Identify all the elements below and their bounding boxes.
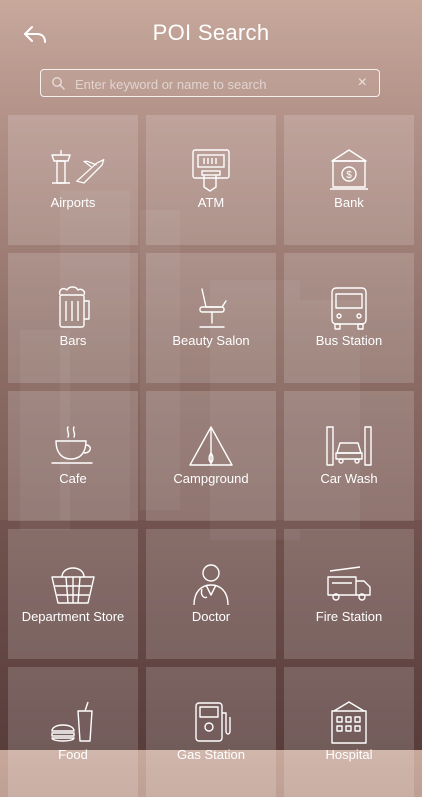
category-department-store[interactable]: Department Store	[8, 529, 138, 659]
page-title: POI Search	[152, 20, 270, 45]
category-label: Food	[58, 747, 88, 762]
search-input[interactable]	[73, 72, 357, 96]
doctor-icon	[193, 564, 229, 606]
beer-mug-icon	[58, 286, 90, 328]
category-label: Bus Station	[315, 333, 383, 348]
category-cafe[interactable]: Cafe	[8, 391, 138, 521]
tent-icon	[189, 426, 233, 466]
burger-drink-icon	[51, 701, 93, 742]
category-label: Car Wash	[320, 471, 378, 486]
bus-icon	[331, 287, 367, 330]
category-label: Department Store	[21, 609, 125, 624]
category-label: Bank	[334, 195, 364, 210]
category-label: ATM	[197, 195, 225, 210]
atm-icon	[192, 149, 230, 192]
category-label: Cafe	[59, 471, 87, 486]
hospital-building-icon	[331, 701, 367, 744]
category-campground[interactable]: Campground	[146, 391, 276, 521]
category-car-wash[interactable]: Car Wash	[284, 391, 414, 521]
basket-icon	[51, 567, 95, 604]
category-label: Bars	[59, 333, 87, 348]
category-hospital[interactable]: Hospital	[284, 667, 414, 797]
category-bars[interactable]: Bars	[8, 253, 138, 383]
search-icon	[52, 77, 65, 90]
category-label: Beauty Salon	[172, 333, 250, 348]
fuel-pump-icon	[195, 702, 231, 742]
clear-search-button[interactable]: ×	[358, 74, 367, 92]
airport-icon	[51, 150, 105, 184]
car-wash-icon	[326, 426, 372, 466]
category-label: Campground	[173, 471, 249, 486]
category-food[interactable]: Food	[8, 667, 138, 797]
svg-text:$: $	[346, 170, 352, 181]
category-label: Airports	[50, 195, 96, 210]
category-fire-station[interactable]: Fire Station	[284, 529, 414, 659]
bank-icon: $	[330, 149, 368, 190]
category-doctor[interactable]: Doctor	[146, 529, 276, 659]
category-bank[interactable]: $ Bank	[284, 115, 414, 245]
fire-truck-icon	[327, 566, 371, 601]
category-beauty-salon[interactable]: Beauty Salon	[146, 253, 276, 383]
header: POI Search	[0, 0, 422, 64]
salon-chair-icon	[199, 288, 227, 328]
category-label: Hospital	[325, 747, 373, 762]
category-label: Gas Station	[177, 747, 245, 762]
coffee-cup-icon	[51, 426, 93, 464]
category-atm[interactable]: ATM	[146, 115, 276, 245]
category-label: Doctor	[191, 609, 231, 624]
category-bus-station[interactable]: Bus Station	[284, 253, 414, 383]
category-airports[interactable]: Airports	[8, 115, 138, 245]
search-bar[interactable]: ×	[40, 69, 380, 97]
category-label: Fire Station	[315, 609, 383, 624]
category-gas-station[interactable]: Gas Station	[146, 667, 276, 797]
